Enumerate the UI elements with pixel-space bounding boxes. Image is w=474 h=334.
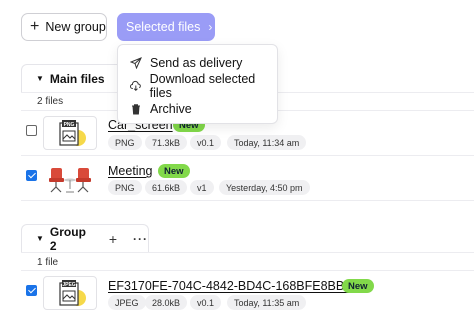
new-group-label: New group [45, 20, 106, 34]
file-size-chip: 61.6kB [145, 180, 188, 195]
file-count: 2 files [37, 96, 64, 107]
file-type-chip: JPEG [108, 295, 146, 310]
file-version-chip: v0.1 [190, 135, 222, 150]
divider [21, 200, 474, 201]
menu-item-label: Download selected files [149, 71, 256, 100]
image-file-icon: JPEG [59, 280, 86, 306]
file-thumbnail[interactable] [43, 160, 97, 194]
caret-down-icon[interactable]: ▼ [36, 234, 44, 243]
download-cloud-icon [130, 80, 141, 91]
new-group-button[interactable]: + New group [21, 13, 107, 41]
file-name-link[interactable]: EF3170FE-704C-4842-BD4C-168BFE8BBD84 [108, 279, 367, 293]
more-options-icon[interactable]: ··· [133, 232, 148, 246]
new-badge: New [158, 164, 190, 178]
group-title: Group 2 [49, 224, 86, 253]
group-title: Main files [49, 71, 105, 86]
new-badge: New [342, 279, 374, 293]
caret-down-icon[interactable]: ▼ [36, 74, 44, 83]
menu-item-download-selected[interactable]: Download selected files [118, 71, 277, 100]
file-name-link[interactable]: Meeting [108, 164, 152, 178]
file-type-chip: PNG [108, 135, 142, 150]
group-header-group-2[interactable]: ▼ Group 2 + ··· [21, 224, 149, 253]
chairs-image [49, 168, 91, 193]
plus-icon: + [30, 18, 40, 35]
image-file-icon: PNG [59, 120, 86, 146]
file-count: 1 file [37, 257, 59, 268]
divider [21, 270, 474, 271]
menu-item-label: Send as delivery [150, 55, 243, 70]
trash-icon [132, 103, 140, 114]
row-checkbox[interactable] [26, 285, 37, 296]
file-type-chip: PNG [108, 180, 142, 195]
chevron-right-icon: › [208, 20, 213, 34]
file-date-chip: Today, 11:34 am [227, 135, 307, 150]
row-checkbox[interactable] [26, 170, 37, 181]
file-version-chip: v1 [190, 180, 214, 195]
thumb-label: PNG [64, 122, 75, 128]
thumb-label: JPEG [62, 282, 75, 288]
file-thumbnail[interactable]: JPEG [43, 276, 97, 310]
selected-files-button[interactable]: Selected files › [117, 13, 215, 41]
file-date-chip: Today, 11:35 am [227, 295, 307, 310]
file-size-chip: 28.0kB [145, 295, 188, 310]
divider [21, 252, 474, 253]
file-date-chip: Yesterday, 4:50 pm [219, 180, 310, 195]
menu-item-label: Archive [150, 101, 192, 116]
selected-files-menu: Send as delivery Download selected files… [117, 44, 278, 124]
file-size-chip: 71.3kB [145, 135, 188, 150]
file-version-chip: v0.1 [190, 295, 222, 310]
row-checkbox[interactable] [26, 125, 37, 136]
file-thumbnail[interactable]: PNG [43, 116, 97, 150]
menu-item-archive[interactable]: Archive [118, 97, 277, 120]
send-icon [130, 56, 142, 69]
divider [21, 155, 474, 156]
add-file-icon[interactable]: + [109, 231, 117, 247]
selected-files-label: Selected files [126, 20, 201, 34]
